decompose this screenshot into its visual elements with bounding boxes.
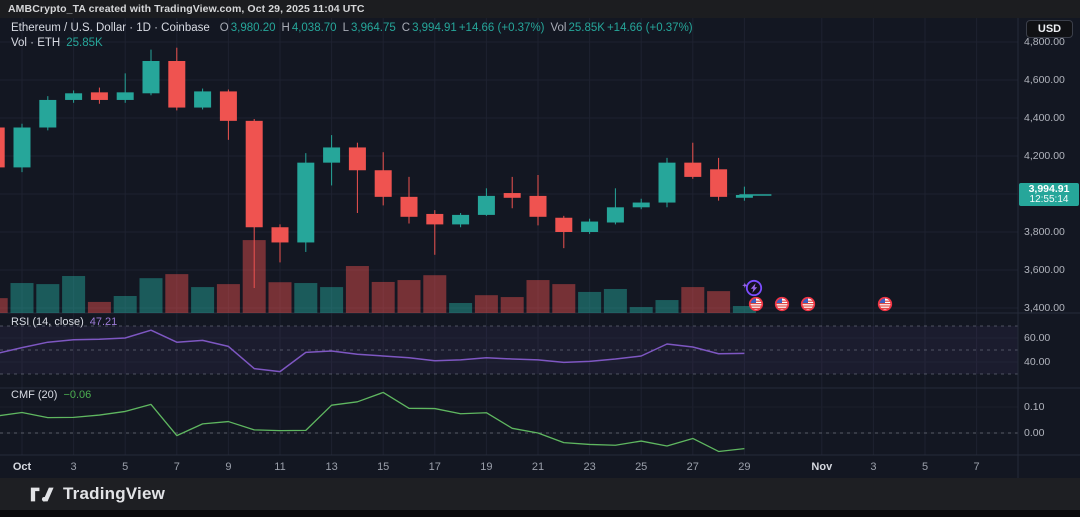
time-label: 29 xyxy=(738,461,751,473)
volume-legend[interactable]: Vol · ETH 25.85K xyxy=(11,37,103,49)
ohlc-low-value: 3,964.75 xyxy=(350,22,396,34)
vol-change-value: +14.66 (+0.37%) xyxy=(606,22,693,34)
axis-label: 3,600.00 xyxy=(1024,264,1065,276)
time-label: 17 xyxy=(428,461,441,473)
footer-strip xyxy=(0,510,1080,517)
lightning-event-icon xyxy=(742,279,763,297)
cmf-legend-label: CMF (20) xyxy=(11,389,58,401)
us-flag-event-icon xyxy=(748,296,764,312)
time-label: 3 xyxy=(70,461,77,473)
axis-label: 60.00 xyxy=(1024,332,1051,344)
ohlc-open-value: 3,980.20 xyxy=(230,22,276,34)
volume-legend-label: Vol · ETH xyxy=(11,37,61,49)
footer-bar: TradingView xyxy=(0,478,1080,510)
change-value: +14.66 (+0.37%) xyxy=(458,22,545,34)
ohlc-close-label: C xyxy=(401,22,411,34)
time-axis[interactable]: Oct 3 5 7 9 11 13 15 17 19 21 23 25 27 29 Nov 3 5 7 xyxy=(0,459,1018,477)
us-flag-event-icon xyxy=(774,296,790,312)
currency-toggle-button[interactable]: USD xyxy=(1026,20,1073,38)
last-price-badge: 3,994.91 12:55:14 xyxy=(1019,183,1079,207)
ohlc-high-label: H xyxy=(281,22,290,34)
axis-label: 40.00 xyxy=(1024,356,1051,368)
axis-label: 4,200.00 xyxy=(1024,150,1065,162)
tradingview-snapshot: AMBCrypto_TA created with TradingView.co… xyxy=(0,0,1080,517)
symbol-legend[interactable]: Ethereum / U.S. Dollar · 1D · Coinbase O 3… xyxy=(11,22,693,34)
axis-label: 3,800.00 xyxy=(1024,226,1065,238)
vol-value: 25.85K xyxy=(568,22,605,34)
time-label: 11 xyxy=(274,461,286,473)
time-label: 27 xyxy=(686,461,699,473)
axis-label: 3,400.00 xyxy=(1024,302,1065,314)
axis-label: 0.10 xyxy=(1024,401,1045,413)
time-label: 23 xyxy=(583,461,596,473)
attribution-bar: AMBCrypto_TA created with TradingView.co… xyxy=(0,0,1080,18)
time-label: Oct xyxy=(12,461,32,473)
time-label: Nov xyxy=(811,461,833,473)
tradingview-brand-text[interactable]: TradingView xyxy=(63,484,165,504)
cmf-legend-value: −0.06 xyxy=(63,389,92,401)
ohlc-low-label: L xyxy=(342,22,349,34)
time-label: 7 xyxy=(973,461,980,473)
axis-label: 0.00 xyxy=(1024,427,1045,439)
rsi-legend[interactable]: RSI (14, close) 47.21 xyxy=(11,316,117,328)
time-label: 7 xyxy=(173,461,180,473)
time-label: 21 xyxy=(531,461,545,473)
time-label: 5 xyxy=(921,461,929,473)
time-label: 9 xyxy=(225,461,232,473)
rsi-legend-label: RSI (14, close) xyxy=(11,316,84,328)
us-flag-event-icon xyxy=(877,296,893,312)
chart-canvas[interactable] xyxy=(0,0,1080,517)
us-flag-event-icon xyxy=(800,296,816,312)
symbol-title: Ethereum / U.S. Dollar · 1D · Coinbase xyxy=(11,22,210,34)
time-label: 13 xyxy=(325,461,338,473)
time-label: 19 xyxy=(480,461,493,473)
price-axis[interactable]: 4,800.00 4,600.00 4,400.00 4,200.00 3,800.00… xyxy=(1024,0,1080,478)
ohlc-open-label: O xyxy=(219,22,229,34)
ohlc-close-value: 3,994.91 xyxy=(412,22,457,34)
rsi-legend-value: 47.21 xyxy=(89,316,118,328)
cmf-legend[interactable]: CMF (20) −0.06 xyxy=(11,389,91,401)
tradingview-logo-icon[interactable] xyxy=(30,486,54,503)
time-label: 15 xyxy=(377,461,390,473)
vol-label: Vol xyxy=(550,22,567,34)
axis-label: 4,600.00 xyxy=(1024,74,1065,86)
time-label: 3 xyxy=(870,461,877,473)
bar-countdown: 12:55:14 xyxy=(1029,194,1069,206)
time-label: 5 xyxy=(122,461,129,473)
ohlc-high-value: 4,038.70 xyxy=(291,22,337,34)
volume-legend-value: 25.85K xyxy=(66,37,103,49)
attribution-text: AMBCrypto_TA created with TradingView.co… xyxy=(8,3,365,15)
axis-label: 4,400.00 xyxy=(1024,112,1065,124)
time-label: 25 xyxy=(635,461,648,473)
